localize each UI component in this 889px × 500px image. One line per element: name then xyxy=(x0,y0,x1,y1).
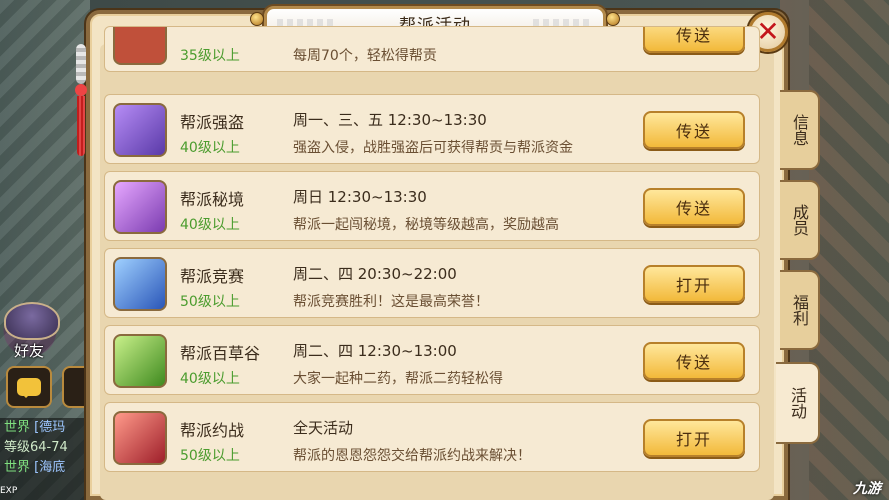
right-scenery xyxy=(809,0,889,500)
herb-icon xyxy=(113,334,167,388)
teleport-button[interactable]: 传送 xyxy=(643,342,745,380)
teleport-button[interactable]: 传送 xyxy=(643,111,745,149)
chat-channel-tag: 世界 xyxy=(4,420,31,435)
exp-label: EXP xyxy=(0,486,18,496)
tab-label: 活动 xyxy=(788,387,807,419)
activity-desc: 强盗入侵，战胜强盗后可获得帮贡与帮派资金 xyxy=(293,140,573,156)
chat-line: 世界 [海底 xyxy=(4,458,90,478)
chat-line-text: 等级64-74 xyxy=(4,440,68,455)
activity-row: 35级以上 每周70个，轻松得帮贡 传送 xyxy=(104,26,760,72)
chat-line-text: [德玛 xyxy=(34,420,66,435)
chat-line-text: [海底 xyxy=(34,460,66,475)
activity-level: 40级以上 xyxy=(180,371,240,387)
open-button[interactable]: 打开 xyxy=(643,419,745,457)
tab-info[interactable]: 信息 xyxy=(780,90,820,170)
activity-desc: 帮派的恩恩怨怨交给帮派约战来解决！ xyxy=(293,448,531,464)
chat-line: 等级64-74 xyxy=(4,438,90,458)
watermark-logo: 九游 xyxy=(853,481,881,497)
pagoda-icon xyxy=(113,180,167,234)
activity-level: 40级以上 xyxy=(180,217,240,233)
activity-level: 35级以上 xyxy=(180,48,240,64)
title-ornament-left-icon xyxy=(250,12,264,26)
activity-level: 50级以上 xyxy=(180,294,240,310)
activity-name: 帮派竞赛 xyxy=(180,267,245,286)
activity-row: 帮派竞赛 50级以上 周二、四 20:30~22:00 帮派竞赛胜利！这是最高荣… xyxy=(104,248,760,318)
activity-level: 40级以上 xyxy=(180,140,240,156)
activity-level: 50级以上 xyxy=(180,448,240,464)
activity-name: 帮派秘境 xyxy=(180,190,245,209)
friend-avatar[interactable] xyxy=(4,302,60,340)
battle-icon xyxy=(113,411,167,465)
bandit-icon xyxy=(113,103,167,157)
activity-row: 帮派秘境 40级以上 周日 12:30~13:30 帮派一起闯秘境，秘境等级越高… xyxy=(104,171,760,241)
tab-label: 信息 xyxy=(790,114,809,146)
activity-desc: 大家一起种二药，帮派二药轻松得 xyxy=(293,371,503,387)
trophy-icon xyxy=(113,257,167,311)
activity-desc: 帮派竞赛胜利！这是最高荣誉！ xyxy=(293,294,489,310)
tab-members[interactable]: 成员 xyxy=(780,180,820,260)
activity-name: 帮派强盗 xyxy=(180,113,245,132)
teleport-button[interactable]: 传送 xyxy=(643,188,745,226)
activity-time: 周日 12:30~13:30 xyxy=(293,188,427,206)
activity-time: 全天活动 xyxy=(293,419,354,437)
activity-name: 帮派百草谷 xyxy=(180,344,261,363)
activity-time: 周二、四 20:30~22:00 xyxy=(293,265,457,283)
chat-bubble-icon xyxy=(17,378,41,398)
chat-line: 世界 [德玛 xyxy=(4,418,90,438)
activity-row: 帮派强盗 40级以上 周一、三、五 12:30~13:30 强盗入侵，战胜强盗后… xyxy=(104,94,760,164)
tassel-ornament xyxy=(74,44,88,164)
activity-time: 周二、四 12:30~13:00 xyxy=(293,342,457,360)
friend-label[interactable]: 好友 xyxy=(14,340,44,361)
title-ornament-right-icon xyxy=(606,12,620,26)
chat-channel-tag: 世界 xyxy=(4,460,31,475)
teleport-button[interactable]: 传送 xyxy=(643,27,745,53)
tab-label: 福利 xyxy=(790,294,809,326)
tab-welfare[interactable]: 福利 xyxy=(780,270,820,350)
activity-time: 周一、三、五 12:30~13:30 xyxy=(293,111,487,129)
activity-name: 帮派约战 xyxy=(180,421,245,440)
tab-label: 成员 xyxy=(790,204,809,236)
activity-desc: 每周70个，轻松得帮贡 xyxy=(293,48,437,64)
chat-button[interactable] xyxy=(6,366,52,408)
banner-icon xyxy=(113,27,167,65)
activity-desc: 帮派一起闯秘境，秘境等级越高，奖励越高 xyxy=(293,217,559,233)
activity-row: 帮派百草谷 40级以上 周二、四 12:30~13:00 大家一起种二药，帮派二… xyxy=(104,325,760,395)
open-button[interactable]: 打开 xyxy=(643,265,745,303)
activity-row: 帮派约战 50级以上 全天活动 帮派的恩恩怨怨交给帮派约战来解决！ 打开 xyxy=(104,402,760,472)
tab-activity[interactable]: 活动 xyxy=(776,362,820,444)
